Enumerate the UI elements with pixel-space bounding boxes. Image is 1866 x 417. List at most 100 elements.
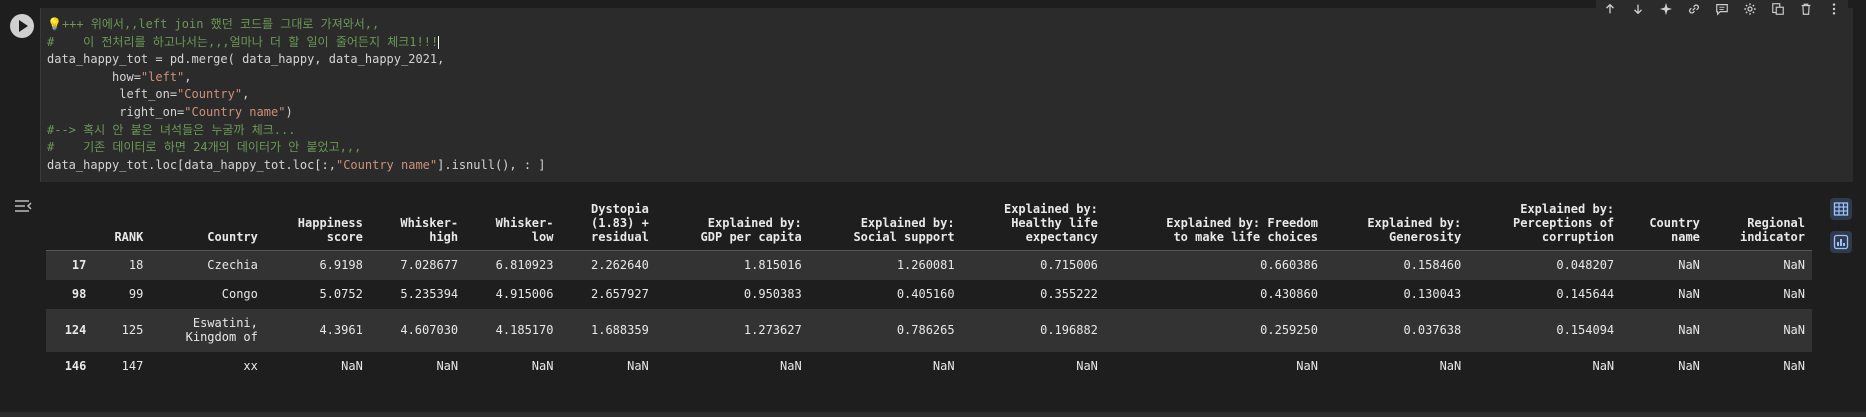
code-line: 💡+++ 위에서,,left join 했던 코드를 그대로 가져와서,,	[47, 16, 546, 34]
table-cell: 0.145644	[1556, 287, 1615, 301]
code-token: "Country name"	[184, 104, 286, 119]
output-menu-icon	[15, 200, 32, 212]
code-token: # 기존 데이터로 하면 24개의 데이터가 안 붙었고,,,	[47, 140, 362, 155]
table-cell: 0.154094	[1556, 323, 1615, 337]
trash-button[interactable]	[1795, 0, 1817, 18]
table-cell: Eswatini, Kingdom of	[185, 316, 258, 344]
code-token: )	[285, 104, 293, 119]
output-dataframe: RANK Country Happiness score Whisker- high W…	[46, 198, 1812, 381]
code-token: data_happy_tot.loc[data_happy_tot.loc[:,	[47, 157, 336, 172]
code-token: ,	[184, 69, 192, 84]
code-token: "Country name"	[335, 157, 438, 172]
table-cell: 4.607030	[400, 323, 459, 337]
column-header: Regional indicator	[1706, 198, 1812, 251]
table-cell: 7.028677	[400, 258, 459, 273]
table-cell: 1.688359	[591, 323, 649, 337]
mirror-cell-icon	[1772, 3, 1784, 15]
table-cell: 0.259250	[1260, 323, 1318, 337]
cell-toolbar	[1596, 0, 1848, 18]
suggest-charts-button[interactable]	[1830, 231, 1852, 253]
table-cell: NaN	[1678, 287, 1700, 301]
column-header: Explained by: Generosity	[1324, 198, 1469, 251]
gear-button[interactable]	[1739, 0, 1761, 18]
table-cell: NaN	[1678, 258, 1700, 273]
table-cell: NaN	[780, 359, 802, 373]
table-icon	[1833, 202, 1849, 216]
code-token: right_on=	[47, 104, 185, 119]
arrow-up-button[interactable]	[1599, 0, 1621, 18]
code-token: "left"	[140, 69, 185, 84]
table-cell: NaN	[1678, 359, 1700, 373]
table-cell: NaN	[436, 359, 459, 373]
code-token: left_on=	[47, 87, 178, 102]
code-line: # 기존 데이터로 하면 24개의 데이터가 안 붙었고,,,	[47, 139, 546, 157]
table-cell: NaN	[1439, 359, 1462, 373]
row-index: 124	[64, 323, 87, 337]
table-cell: 0.660386	[1260, 258, 1318, 273]
bar-chart-icon	[1833, 234, 1849, 250]
comment-button[interactable]	[1711, 0, 1733, 18]
table-cell: 2.657927	[591, 287, 649, 301]
table-cell: 0.158460	[1403, 258, 1462, 273]
table-cell: 6.810923	[495, 258, 554, 273]
table-cell: 4.915006	[495, 287, 554, 301]
table-cell: NaN	[1678, 323, 1700, 337]
code-token: 💡+++ 위에서,,left join 했던 코드를 그대로 가져와서,,	[47, 17, 380, 31]
column-header: Happiness score	[264, 198, 370, 251]
table-header-row: RANK Country Happiness score Whisker- high W…	[46, 198, 1812, 251]
code-content[interactable]: 💡+++ 위에서,,left join 했던 코드를 그대로 가져와서,, # 이…	[47, 16, 546, 174]
column-header: Explained by: Social support	[808, 198, 962, 251]
code-token: #--> 혹시 안 붙은 녀석들은 누굴까 체크...	[47, 122, 296, 137]
sparkle-icon	[1659, 2, 1673, 16]
play-icon	[19, 20, 28, 32]
run-cell-button[interactable]	[10, 14, 34, 38]
table-cell: 0.048207	[1556, 258, 1615, 273]
arrow-down-button[interactable]	[1627, 0, 1649, 18]
table-cell: 0.037638	[1403, 323, 1462, 337]
column-header: Explained by: Perceptions of corruption	[1468, 198, 1622, 251]
table-cell: 18	[128, 258, 144, 273]
code-line: #--> 혹시 안 붙은 녀석들은 누굴까 체크...	[47, 122, 546, 140]
table-cell: 147	[121, 359, 144, 373]
table-cell: NaN	[1783, 323, 1805, 337]
table-row: 98 99 Congo 5.0752 5.235394 4.915006 2.657927 0…	[46, 279, 1812, 309]
notebook-cell: 💡+++ 위에서,,left join 했던 코드를 그대로 가져와서,, # 이…	[0, 0, 1866, 417]
convert-to-table-button[interactable]	[1830, 198, 1852, 220]
code-line: how="left",	[47, 69, 546, 87]
code-line: right_on="Country name")	[47, 104, 546, 122]
table-cell: xx	[243, 359, 258, 373]
comment-icon	[1716, 4, 1728, 16]
column-header: Explained by: Healthy life expectancy	[961, 198, 1105, 251]
code-line: left_on="Country",	[47, 86, 546, 104]
table-cell: 5.0752	[319, 287, 363, 301]
trash-icon	[1801, 3, 1811, 15]
code-line: data_happy_tot = pd.merge( data_happy, d…	[47, 51, 546, 69]
table-cell: 4.185170	[495, 323, 554, 337]
table-cell: 125	[121, 323, 144, 337]
table-cell: Czechia	[207, 258, 258, 273]
arrow-down-icon	[1634, 4, 1642, 15]
sparkle-button[interactable]	[1655, 0, 1677, 18]
output-actions-button[interactable]	[14, 198, 36, 214]
table-cell: 1.815016	[743, 258, 802, 273]
cell-bottom-border	[0, 412, 1866, 417]
table-cell: NaN	[531, 359, 554, 373]
arrow-up-icon	[1606, 3, 1614, 14]
table-cell: 0.130043	[1403, 287, 1462, 301]
code-token: # 이 전처리를 하고나서는,,,얼마나 더 할 일이 줄어든지 체크1!!!	[47, 34, 439, 49]
column-header: Explained by: Freedom to make life choic…	[1104, 198, 1325, 251]
code-token: "Country"	[177, 87, 243, 102]
link-button[interactable]	[1683, 0, 1705, 18]
table-cell: Congo	[221, 287, 258, 301]
table-cell: 5.235394	[400, 287, 459, 301]
table-cell: 1.260081	[896, 258, 955, 273]
more-vert-button[interactable]	[1823, 0, 1845, 18]
table-cell: 0.430860	[1260, 287, 1318, 301]
column-header: Country	[150, 198, 265, 251]
table-cell: 6.9198	[319, 258, 363, 273]
column-header: Whisker- low	[465, 198, 561, 251]
table-cell: NaN	[1076, 359, 1098, 373]
table-cell: 0.786265	[896, 323, 955, 337]
table-cell: NaN	[1783, 359, 1805, 373]
mirror-cell-button[interactable]	[1767, 0, 1789, 18]
